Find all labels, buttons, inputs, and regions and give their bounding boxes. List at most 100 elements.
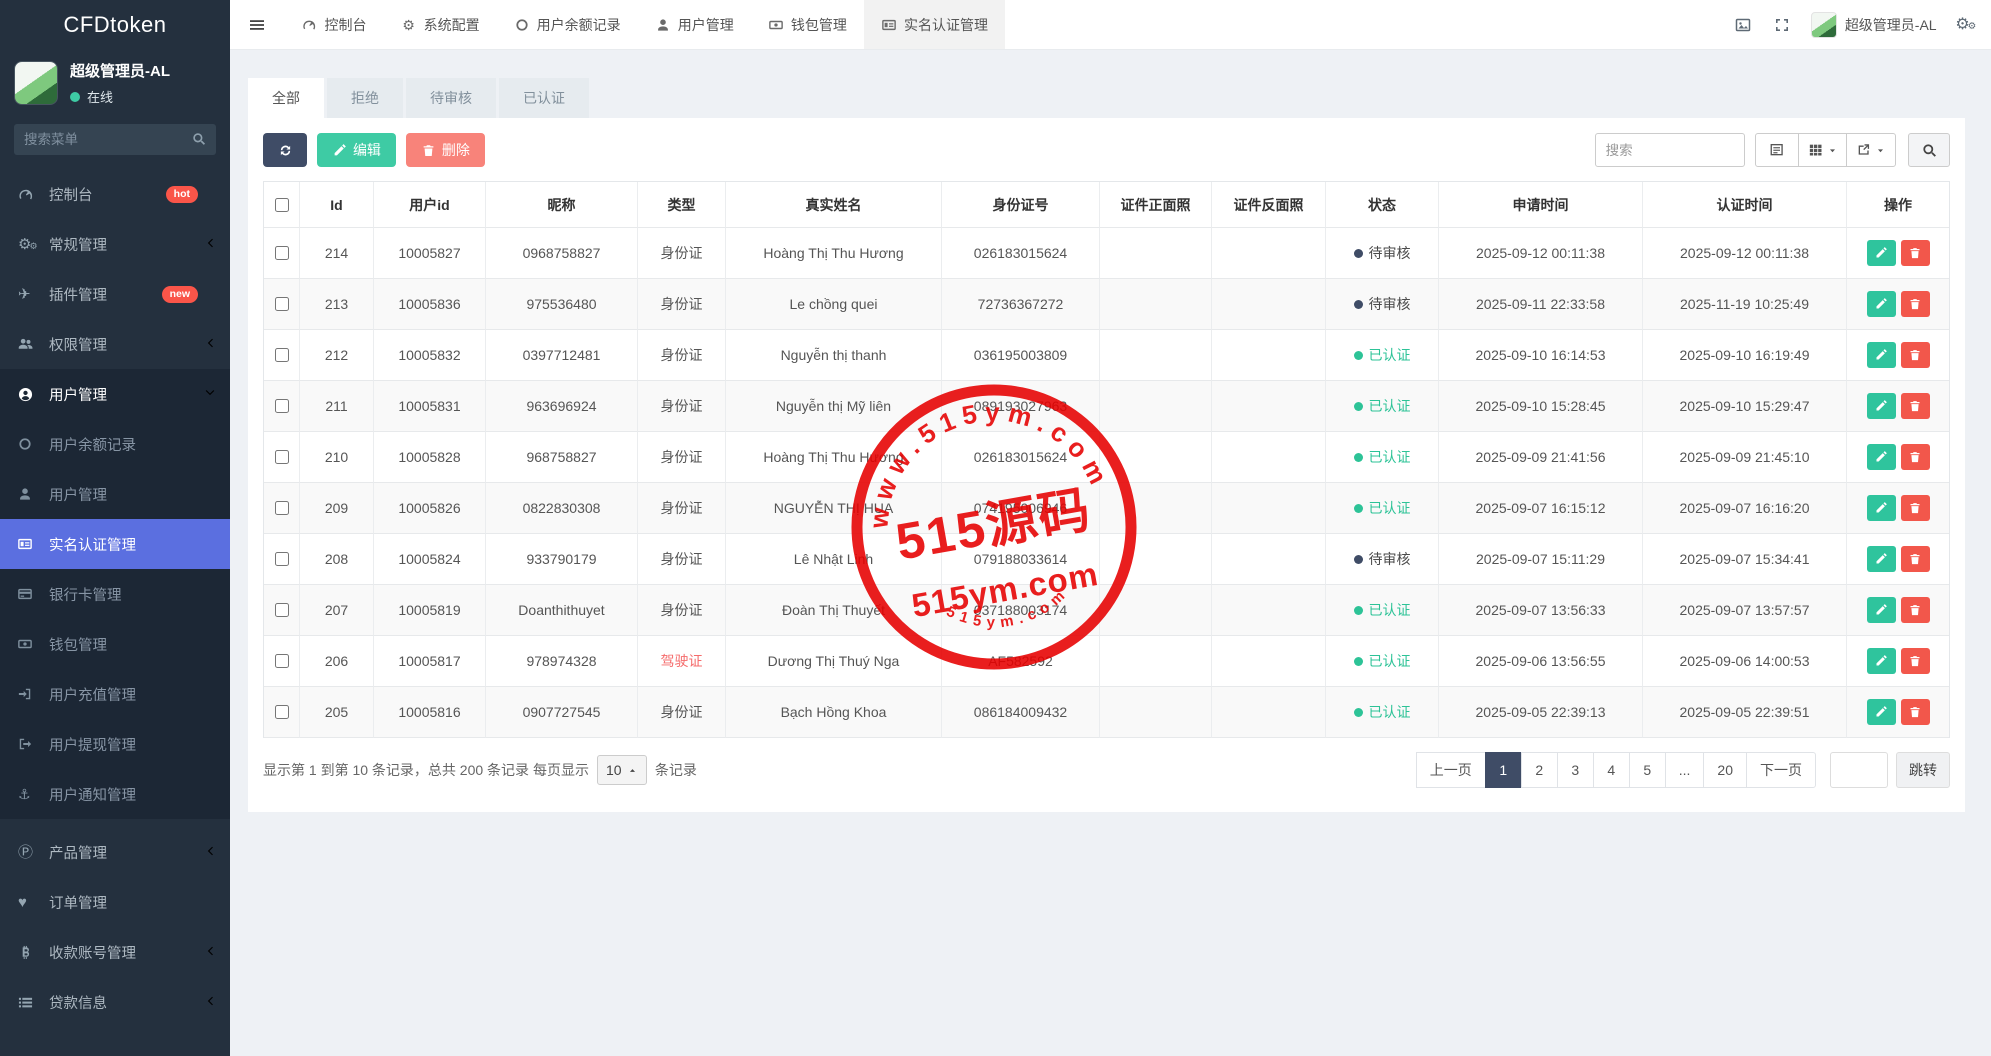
filter-tab[interactable]: 拒绝 — [327, 78, 403, 118]
row-edit-button[interactable] — [1867, 546, 1896, 572]
row-checkbox[interactable] — [275, 705, 289, 719]
row-edit-button[interactable] — [1867, 393, 1896, 419]
sidebar-menu-item[interactable]: 贷款信息 — [0, 977, 230, 1027]
sidebar-menu-item[interactable]: ⚙⚙ 常规管理 — [0, 219, 230, 269]
row-delete-button[interactable] — [1901, 342, 1930, 368]
row-checkbox[interactable] — [275, 348, 289, 362]
file-image-icon[interactable] — [1734, 17, 1752, 33]
sidebar-menu-item[interactable]: ⚓ 用户通知管理 — [0, 769, 230, 819]
row-delete-button[interactable] — [1901, 444, 1930, 470]
filter-tab[interactable]: 全部 — [248, 78, 324, 118]
row-edit-button[interactable] — [1867, 240, 1896, 266]
table-search-input[interactable] — [1595, 133, 1745, 167]
row-delete-button[interactable] — [1901, 597, 1930, 623]
page-button[interactable]: 下一页 — [1746, 752, 1816, 788]
sidebar-menu-item[interactable]: 用户余额记录 — [0, 419, 230, 469]
page-size-select[interactable]: 10 — [597, 755, 647, 785]
pencil-icon — [1874, 298, 1888, 310]
topnav-tab[interactable]: 用户余额记录 — [497, 0, 638, 49]
jump-button[interactable]: 跳转 — [1896, 752, 1950, 788]
refresh-button[interactable] — [263, 133, 307, 167]
page-button[interactable]: 2 — [1521, 752, 1558, 788]
pencil-icon — [1874, 247, 1888, 259]
row-checkbox[interactable] — [275, 246, 289, 260]
row-edit-button[interactable] — [1867, 699, 1896, 725]
topnav-tab[interactable]: 实名认证管理 — [864, 0, 1005, 49]
filter-tab[interactable]: 待审核 — [406, 78, 496, 118]
user-menu[interactable]: 超级管理员-AL — [1811, 12, 1937, 38]
sidebar-menu-item[interactable]: Ⓟ 产品管理 — [0, 827, 230, 877]
row-checkbox[interactable] — [275, 399, 289, 413]
hamburger-icon — [248, 17, 266, 33]
row-delete-button[interactable] — [1901, 393, 1930, 419]
cell-real-name: Le chồng quei — [726, 279, 942, 330]
page-button[interactable]: 3 — [1557, 752, 1594, 788]
row-edit-button[interactable] — [1867, 342, 1896, 368]
sidebar-toggle-button[interactable] — [230, 0, 284, 49]
sidebar-menu-item[interactable]: 银行卡管理 — [0, 569, 230, 619]
cogs-icon[interactable]: ⚙⚙ — [1957, 17, 1975, 33]
detail-view-button[interactable] — [1755, 133, 1799, 167]
page-button[interactable]: 上一页 — [1416, 752, 1486, 788]
row-delete-button[interactable] — [1901, 495, 1930, 521]
sidebar-menu-item[interactable]: 钱包管理 — [0, 619, 230, 669]
page-button[interactable]: 4 — [1593, 752, 1630, 788]
status-dot-icon — [1354, 657, 1363, 666]
topnav-tab[interactable]: 钱包管理 — [751, 0, 864, 49]
cell-id-number: 026183015624 — [942, 228, 1100, 279]
topnav: 控制台 ⚙ 系统配置 用户余额记录 用户管理 — [230, 0, 1991, 50]
page-button[interactable]: 5 — [1629, 752, 1666, 788]
row-checkbox[interactable] — [275, 654, 289, 668]
row-delete-button[interactable] — [1901, 546, 1930, 572]
sidebar-menu-item[interactable]: ♥ 订单管理 — [0, 877, 230, 927]
row-checkbox[interactable] — [275, 552, 289, 566]
product-icon: Ⓟ — [18, 845, 40, 860]
row-edit-button[interactable] — [1867, 597, 1896, 623]
row-delete-button[interactable] — [1901, 648, 1930, 674]
sidebar-menu-item[interactable]: 用户提现管理 — [0, 719, 230, 769]
row-delete-button[interactable] — [1901, 240, 1930, 266]
search-button[interactable] — [1908, 133, 1950, 167]
page-button[interactable]: 1 — [1485, 752, 1522, 788]
row-checkbox[interactable] — [275, 297, 289, 311]
cell-actions — [1847, 534, 1949, 585]
delete-button[interactable]: 删除 — [406, 133, 485, 167]
row-edit-button[interactable] — [1867, 648, 1896, 674]
sidebar-menu-item[interactable]: 收款账号管理 — [0, 927, 230, 977]
topnav-tab[interactable]: 用户管理 — [638, 0, 751, 49]
menu-item-label: 用户管理 — [49, 484, 204, 505]
sidebar-menu-item[interactable]: 用户管理 — [0, 369, 230, 419]
menu-item-label: 用户提现管理 — [49, 734, 204, 755]
row-delete-button[interactable] — [1901, 291, 1930, 317]
row-checkbox[interactable] — [275, 501, 289, 515]
row-edit-button[interactable] — [1867, 495, 1896, 521]
topnav-tab[interactable]: ⚙ 系统配置 — [383, 0, 496, 49]
cell-real-name: Nguyễn thị Mỹ liên — [726, 381, 942, 432]
page-button[interactable]: ... — [1665, 752, 1705, 788]
cell-front-photo — [1100, 228, 1212, 279]
page-button[interactable]: 20 — [1703, 752, 1747, 788]
row-delete-button[interactable] — [1901, 699, 1930, 725]
columns-button[interactable] — [1798, 133, 1848, 167]
sidebar-menu-item[interactable]: 实名认证管理 — [0, 519, 230, 569]
row-checkbox[interactable] — [275, 450, 289, 464]
edit-button[interactable]: 编辑 — [317, 133, 396, 167]
sidebar-menu-item[interactable]: ✈ 插件管理 new — [0, 269, 230, 319]
sidebar-menu-item[interactable]: 用户充值管理 — [0, 669, 230, 719]
topnav-tab[interactable]: 控制台 — [284, 0, 383, 49]
jump-page-input[interactable] — [1830, 752, 1888, 788]
row-checkbox[interactable] — [275, 603, 289, 617]
select-all-checkbox[interactable] — [275, 198, 289, 212]
row-edit-button[interactable] — [1867, 291, 1896, 317]
cell-type: 身份证 — [638, 381, 726, 432]
fullscreen-icon[interactable] — [1772, 17, 1790, 33]
sidebar-search-input[interactable] — [14, 124, 216, 155]
row-edit-button[interactable] — [1867, 444, 1896, 470]
pagination-summary: 显示第 1 到第 10 条记录，总共 200 条记录 每页显示 10 条记录 — [263, 755, 697, 785]
cell-status: 待审核 — [1326, 534, 1439, 585]
sidebar-menu-item[interactable]: 用户管理 — [0, 469, 230, 519]
sidebar-menu-item[interactable]: 权限管理 — [0, 319, 230, 369]
sidebar-menu-item[interactable]: 控制台 hot — [0, 169, 230, 219]
filter-tab[interactable]: 已认证 — [499, 78, 589, 118]
export-button[interactable] — [1846, 133, 1896, 167]
